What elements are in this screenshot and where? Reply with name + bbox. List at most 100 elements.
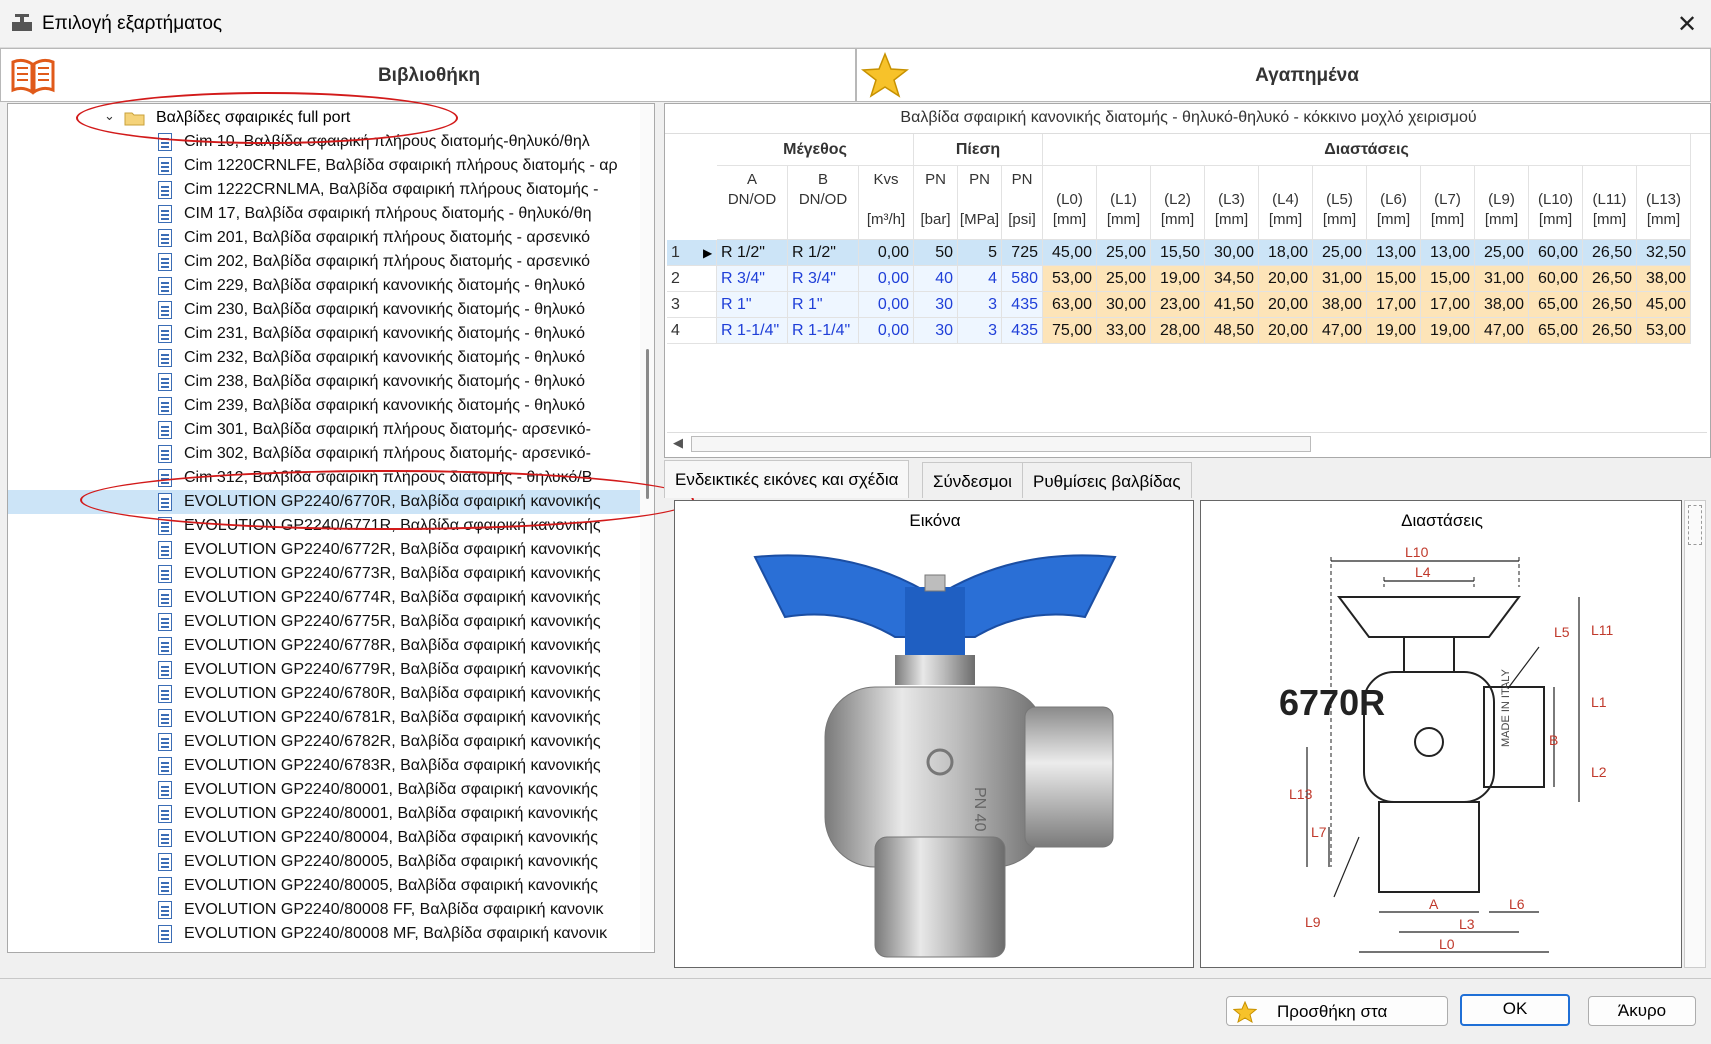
column-header-mid	[859, 190, 913, 210]
grid-cell: 26,50	[1583, 266, 1637, 292]
dimension-label: B	[1549, 732, 1558, 748]
tree-item-label: Cim 1220CRNLFE, Βαλβίδα σφαιρική πλήρους…	[184, 157, 618, 174]
grid-caption: Βαλβίδα σφαιρική κανονικής διατομής - θη…	[665, 104, 1710, 134]
tree-item[interactable]: EVOLUTION GP2240/6779R, Βαλβίδα σφαιρική…	[8, 658, 648, 682]
dimension-label: L1	[1591, 694, 1607, 710]
column-header-mid	[1002, 190, 1042, 210]
grid-cell: 435	[1002, 318, 1043, 344]
tree-item[interactable]: EVOLUTION GP2240/80001, Βαλβίδα σφαιρική…	[8, 778, 648, 802]
grid-cell: 45,00	[1637, 292, 1691, 318]
column-header: (L5) [mm]	[1313, 166, 1367, 240]
tree-item[interactable]: EVOLUTION GP2240/6773R, Βαλβίδα σφαιρική…	[8, 562, 648, 586]
tree-item[interactable]: Cim 238, Βαλβίδα σφαιρική κανονικής διατ…	[8, 370, 648, 394]
tree-item[interactable]: Cim 1222CRNLMA, Βαλβίδα σφαιρική πλήρους…	[8, 178, 648, 202]
tree-item[interactable]: Cim 239, Βαλβίδα σφαιρική κανονικής διατ…	[8, 394, 648, 418]
column-header-top	[1367, 170, 1420, 190]
tree-item[interactable]: EVOLUTION GP2240/6781R, Βαλβίδα σφαιρική…	[8, 706, 648, 730]
column-header: (L1) [mm]	[1097, 166, 1151, 240]
column-header-unit: [mm]	[1214, 211, 1249, 228]
library-header[interactable]: Βιβλιοθήκη	[0, 48, 856, 102]
tree-item[interactable]: CIM 17, Βαλβίδα σφαιρική πλήρους διατομή…	[8, 202, 648, 226]
grid-cell: 53,00	[1637, 318, 1691, 344]
column-header: B DN/OD	[788, 166, 859, 240]
column-header-unit: [mm]	[1322, 211, 1357, 228]
dimension-label: L7	[1311, 824, 1327, 840]
column-header-mid: (L1)	[1110, 191, 1137, 208]
tree-item[interactable]: Cim 1220CRNLFE, Βαλβίδα σφαιρική πλήρους…	[8, 154, 648, 178]
column-header: (L13) [mm]	[1637, 166, 1691, 240]
tab-images[interactable]: Ενδεικτικές εικόνες και σχέδια	[664, 460, 910, 498]
tree-item-label: EVOLUTION GP2240/6778R, Βαλβίδα σφαιρική…	[184, 637, 601, 654]
tree-item[interactable]: Cim 202, Βαλβίδα σφαιρική πλήρους διατομ…	[8, 250, 648, 274]
grid-cell: 0,00	[859, 266, 914, 292]
row-number: 2	[667, 266, 717, 292]
tree-item-label: Cim 1222CRNLMA, Βαλβίδα σφαιρική πλήρους…	[184, 181, 599, 198]
tree-item[interactable]: Cim 230, Βαλβίδα σφαιρική κανονικής διατ…	[8, 298, 648, 322]
document-icon	[158, 685, 172, 703]
tree-item[interactable]: Cim 201, Βαλβίδα σφαιρική πλήρους διατομ…	[8, 226, 648, 250]
column-header: A DN/OD	[717, 166, 788, 240]
drawing-model-text: 6770R	[1279, 682, 1385, 723]
tree-item-label: EVOLUTION GP2240/6781R, Βαλβίδα σφαιρική…	[184, 709, 601, 726]
tree-item-label: EVOLUTION GP2240/80005, Βαλβίδα σφαιρική…	[184, 877, 598, 894]
tree-item[interactable]: EVOLUTION GP2240/80005, Βαλβίδα σφαιρική…	[8, 850, 648, 874]
grid-cell: 38,00	[1313, 292, 1367, 318]
tree-item[interactable]: Cim 302, Βαλβίδα σφαιρική πλήρους διατομ…	[8, 442, 648, 466]
tree-item[interactable]: Cim 232, Βαλβίδα σφαιρική κανονικής διατ…	[8, 346, 648, 370]
tree-item[interactable]: EVOLUTION GP2240/6780R, Βαλβίδα σφαιρική…	[8, 682, 648, 706]
tree-vertical-scrollbar[interactable]	[640, 104, 654, 950]
column-header-top: B	[817, 171, 828, 188]
tree-item[interactable]: EVOLUTION GP2240/6782R, Βαλβίδα σφαιρική…	[8, 730, 648, 754]
document-icon	[158, 709, 172, 727]
tree-item[interactable]: EVOLUTION GP2240/6774R, Βαλβίδα σφαιρική…	[8, 586, 648, 610]
grid-cell: R 1"	[788, 292, 859, 318]
tree-item-label: Cim 301, Βαλβίδα σφαιρική πλήρους διατομ…	[184, 421, 591, 438]
tree-item[interactable]: EVOLUTION GP2240/80001, Βαλβίδα σφαιρική…	[8, 802, 648, 826]
column-header-top	[1583, 170, 1636, 190]
tree-item[interactable]: EVOLUTION GP2240/80008 MF, Βαλβίδα σφαιρ…	[8, 922, 648, 946]
panels-vertical-scrollbar[interactable]	[1684, 500, 1706, 968]
tree-item-label: Cim 229, Βαλβίδα σφαιρική κανονικής διατ…	[184, 277, 585, 294]
tree-item[interactable]: EVOLUTION GP2240/6778R, Βαλβίδα σφαιρική…	[8, 634, 648, 658]
tree-item[interactable]: Cim 231, Βαλβίδα σφαιρική κανονικής διατ…	[8, 322, 648, 346]
tree-item[interactable]: Cim 301, Βαλβίδα σφαιρική πλήρους διατομ…	[8, 418, 648, 442]
add-to-favorites-button[interactable]: Προσθήκη στα	[1226, 996, 1448, 1026]
ok-button[interactable]: OK	[1460, 994, 1570, 1026]
grid-cell: 19,00	[1151, 266, 1205, 292]
scroll-left-icon[interactable]: ◀	[673, 435, 683, 451]
tree-item-label: EVOLUTION GP2240/6773R, Βαλβίδα σφαιρική…	[184, 565, 601, 582]
tab-valve-settings[interactable]: Ρυθμίσεις βαλβίδας	[1022, 462, 1192, 498]
document-icon	[158, 181, 172, 199]
grid-cell: 19,00	[1367, 318, 1421, 344]
tree-vscroll-thumb[interactable]	[646, 349, 649, 499]
tree-item[interactable]: EVOLUTION GP2240/80008 FF, Βαλβίδα σφαιρ…	[8, 898, 648, 922]
column-header-top: A	[746, 171, 757, 188]
tree-item[interactable]: EVOLUTION GP2240/6775R, Βαλβίδα σφαιρική…	[8, 610, 648, 634]
tree-item[interactable]: EVOLUTION GP2240/6772R, Βαλβίδα σφαιρική…	[8, 538, 648, 562]
tree-item[interactable]: EVOLUTION GP2240/80004, Βαλβίδα σφαιρική…	[8, 826, 648, 850]
group-header-size: Μέγεθος	[717, 134, 914, 166]
tree-item[interactable]: EVOLUTION GP2240/80005, Βαλβίδα σφαιρική…	[8, 874, 648, 898]
favorites-header[interactable]: Αγαπημένα	[856, 48, 1711, 102]
cancel-button[interactable]: Άκυρο	[1588, 996, 1696, 1026]
panels-vscroll-thumb[interactable]	[1688, 505, 1702, 545]
document-icon	[158, 325, 172, 343]
grid-horizontal-scrollbar[interactable]: ◀	[667, 432, 1707, 454]
column-header-top: Kvs	[873, 171, 899, 188]
grid-cell: R 3/4"	[717, 266, 788, 292]
document-icon	[158, 853, 172, 871]
size-grid[interactable]: Βαλβίδα σφαιρική κανονικής διατομής - θη…	[664, 103, 1711, 458]
grid-cell: 20,00	[1259, 266, 1313, 292]
tree-item[interactable]: EVOLUTION GP2240/6783R, Βαλβίδα σφαιρική…	[8, 754, 648, 778]
column-header-top: PN	[925, 171, 946, 188]
column-header-top: PN	[1011, 171, 1033, 188]
tree-item[interactable]: Cim 229, Βαλβίδα σφαιρική κανονικής διατ…	[8, 274, 648, 298]
grid-hscroll-thumb[interactable]	[691, 436, 1311, 452]
dimension-label: L11	[1591, 622, 1614, 638]
grid-cell: R 3/4"	[788, 266, 859, 292]
drawing-madein-text: MADE IN ITALY	[1500, 669, 1512, 747]
column-header-top	[1475, 170, 1528, 190]
close-button[interactable]: ✕	[1672, 10, 1702, 40]
tree-item-label: Cim 230, Βαλβίδα σφαιρική κανονικής διατ…	[184, 301, 585, 318]
tab-links[interactable]: Σύνδεσμοι	[922, 462, 1023, 498]
